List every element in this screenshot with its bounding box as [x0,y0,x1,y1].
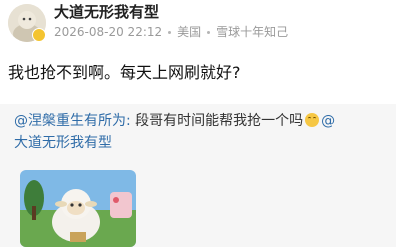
separator-dot [207,30,211,34]
mention-link-username[interactable]: 大道无形我有型 [14,135,112,151]
grin-emoji-icon [305,113,320,127]
quoted-post-text: @涅槃重生有所为: 段哥有时间能帮我抢一个吗 @ 大道无形我有型 [14,110,386,154]
post-text: 我也抢不到啊。每天上网刷就好? [8,63,241,82]
separator-dot [168,30,172,34]
quoted-author-mention[interactable]: @涅槃重生有所为: [14,113,131,129]
cartoon-sheep-image[interactable] [20,170,136,247]
quoted-body: 段哥有时间能帮我抢一个吗 [130,113,304,129]
timestamp: 2026-08-20 22:12 [54,25,163,39]
post-source: 雪球十年知己 [216,25,289,39]
verified-badge-icon [32,28,46,42]
post-meta: 2026-08-20 22:12 美国 雪球十年知己 [54,24,288,40]
location: 美国 [177,25,202,39]
username[interactable]: 大道无形我有型 [54,2,159,22]
mention-link[interactable]: @ [321,113,335,129]
